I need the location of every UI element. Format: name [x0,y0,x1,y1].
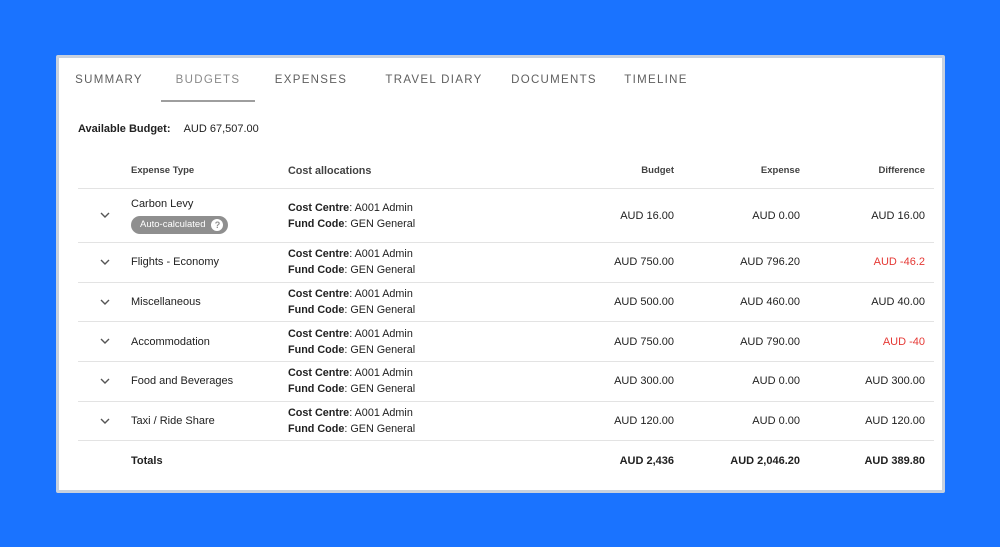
budget-table: Expense Type Cost allocations Budget Exp… [78,153,934,480]
table-row: Miscellaneous Cost Centre: A001 Admin Fu… [78,283,934,323]
totals-label: Totals [131,454,163,467]
expense-value: AUD 790.00 [740,335,800,348]
chevron-down-icon[interactable] [78,299,131,306]
table-row: Flights - Economy Cost Centre: A001 Admi… [78,243,934,283]
help-circle-icon[interactable]: ? [211,218,224,231]
chevron-down-icon[interactable] [78,378,131,385]
budget-value: AUD 750.00 [614,256,674,269]
difference-value: AUD -40 [882,335,925,348]
expense-value: AUD 460.00 [740,296,800,309]
available-budget: Available Budget: AUD 67,507.00 [78,123,259,135]
difference-value: AUD 120.00 [865,415,925,428]
table-row: Accommodation Cost Centre: A001 Admin Fu… [78,322,934,363]
chevron-down-icon[interactable] [78,338,131,345]
available-budget-value: AUD 67,507.00 [183,123,259,135]
cost-allocations: Cost Centre: A001 Admin Fund Code: GEN G… [288,201,416,230]
totals-row: Totals AUD 2,436 AUD 2,046.20 AUD 389.80 [78,441,934,480]
budget-value: AUD 500.00 [614,296,674,309]
expense-value: AUD 796.20 [740,256,800,269]
difference-value: AUD 40.00 [871,296,925,309]
total-expense: AUD 2,046.20 [730,454,800,467]
difference-value: AUD 16.00 [871,209,925,222]
auto-calculated-badge: Auto-calculated ? [131,215,229,234]
cost-allocations: Cost Centre: A001 Admin Fund Code: GEN G… [288,327,416,356]
expense-type: Accommodation [131,335,210,348]
tab-budgets[interactable]: BUDGETS [161,58,255,102]
difference-value: AUD -46.2 [873,256,925,269]
header-budget: Budget [641,165,674,176]
chevron-down-icon[interactable] [78,212,131,219]
cost-allocations: Cost Centre: A001 Admin Fund Code: GEN G… [288,367,416,396]
cost-allocations: Cost Centre: A001 Admin Fund Code: GEN G… [288,248,416,277]
tab-timeline[interactable]: TIMELINE [609,58,703,102]
table-row: Taxi / Ride Share Cost Centre: A001 Admi… [78,402,934,442]
badge-label: Auto-calculated [140,219,206,230]
header-expense: Expense [760,165,800,176]
chevron-down-icon[interactable] [78,418,131,425]
table-row: Carbon Levy Auto-calculated ? Cost Centr… [78,189,934,243]
budget-value: AUD 750.00 [614,335,674,348]
chevron-down-icon[interactable] [78,259,131,266]
expense-value: AUD 0.00 [752,415,800,428]
expense-type: Taxi / Ride Share [131,415,215,428]
expense-type: Food and Beverages [131,375,234,388]
table-row: Food and Beverages Cost Centre: A001 Adm… [78,362,934,402]
tab-expenses[interactable]: EXPENSES [258,58,364,102]
total-budget: AUD 2,436 [619,454,674,467]
budget-value: AUD 120.00 [614,415,674,428]
tab-bar: SUMMARY BUDGETS EXPENSES TRAVEL DIARY DO… [59,58,942,102]
difference-value: AUD 300.00 [865,375,925,388]
expense-value: AUD 0.00 [752,209,800,222]
tab-documents[interactable]: DOCUMENTS [499,58,609,102]
expense-type: Miscellaneous [131,296,201,309]
cost-allocations: Cost Centre: A001 Admin Fund Code: GEN G… [288,288,416,317]
expense-value: AUD 0.00 [752,375,800,388]
total-difference: AUD 389.80 [864,454,925,467]
expense-type: Flights - Economy [131,256,220,269]
expense-type: Carbon Levy [131,197,194,210]
header-difference: Difference [878,165,925,176]
tab-summary[interactable]: SUMMARY [61,58,157,102]
header-expense-type: Expense Type [131,165,195,176]
budget-value: AUD 16.00 [620,209,674,222]
budget-value: AUD 300.00 [614,375,674,388]
header-cost-allocations: Cost allocations [288,164,372,177]
budget-card: SUMMARY BUDGETS EXPENSES TRAVEL DIARY DO… [56,55,945,493]
available-budget-label: Available Budget: [78,123,171,135]
table-header: Expense Type Cost allocations Budget Exp… [78,153,934,189]
cost-allocations: Cost Centre: A001 Admin Fund Code: GEN G… [288,407,416,436]
tab-travel-diary[interactable]: TRAVEL DIARY [369,58,499,102]
